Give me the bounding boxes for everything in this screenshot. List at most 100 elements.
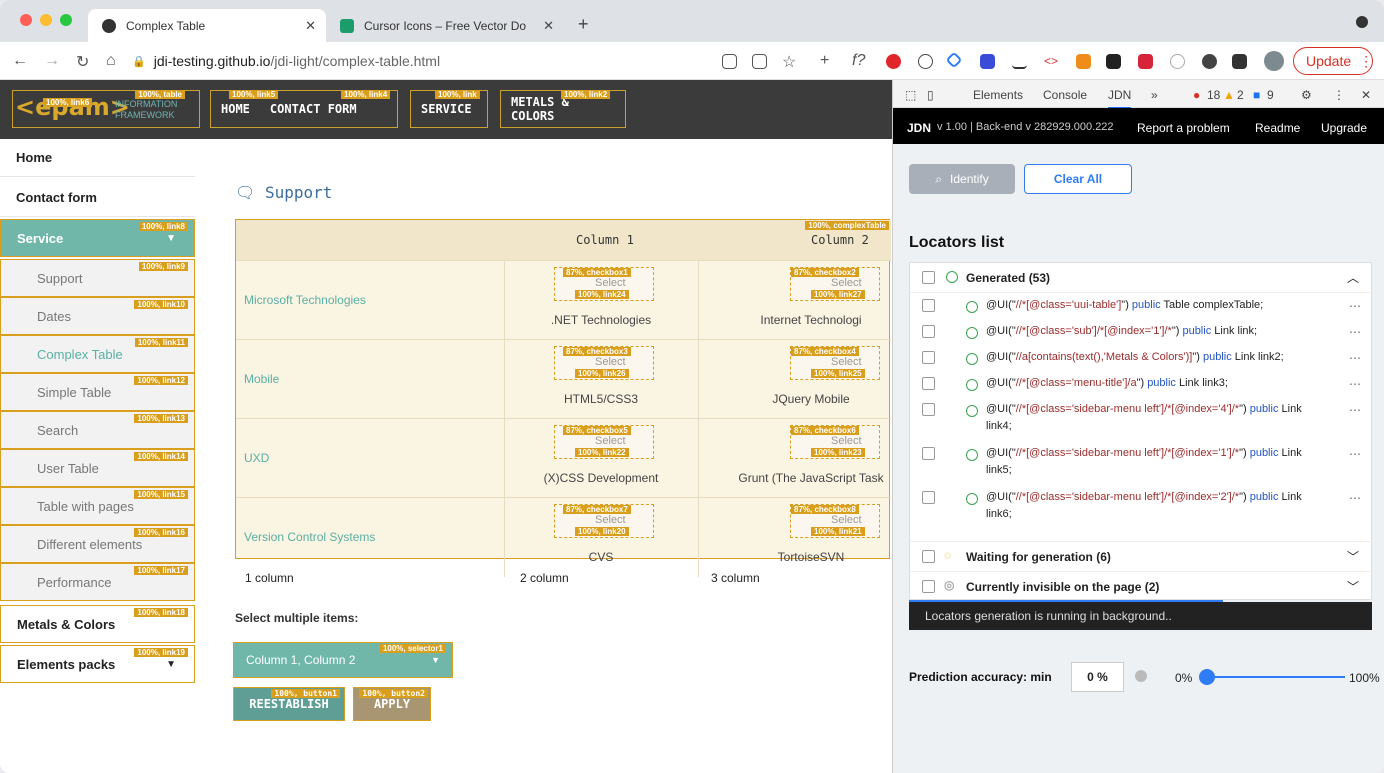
inspect-icon[interactable]: ⬚ <box>905 88 916 102</box>
more-options-icon[interactable]: ⋯ <box>1349 351 1361 365</box>
locator-checkbox[interactable] <box>922 447 935 460</box>
select-checkbox[interactable]: 87%, checkbox4 Select 100%, link25 <box>790 346 880 380</box>
more-options-icon[interactable]: ⋯ <box>1349 325 1361 339</box>
locator-row[interactable]: @UI("//*[@class='sidebar-menu left']/*[@… <box>910 397 1373 437</box>
identify-button[interactable]: ⌕ Identify <box>909 164 1015 194</box>
row-name[interactable]: Mobile <box>244 372 279 386</box>
more-options-icon[interactable]: ⋯ <box>1349 447 1361 461</box>
layers-ext-icon[interactable] <box>945 51 963 69</box>
sidebar-item-service[interactable]: Service ▼ 100%, link8 <box>0 219 195 257</box>
sidebar-item-contact-form[interactable]: Contact form <box>0 179 195 217</box>
reload-icon[interactable]: ↻ <box>76 52 89 72</box>
crosshair-ext-icon[interactable]: + <box>820 52 829 70</box>
sidebar-item-support[interactable]: Support 100%, link9 <box>0 259 195 297</box>
sidebar-item-elements-packs[interactable]: Elements packs ▼ 100%, link19 <box>0 645 195 683</box>
locator-checkbox[interactable] <box>922 299 935 312</box>
group-waiting[interactable]: ◌ Waiting for generation (6) ﹀ <box>910 541 1373 571</box>
report-problem-link[interactable]: Report a problem <box>1137 121 1230 135</box>
square-ext-icon[interactable] <box>980 54 995 69</box>
tab-complex-table[interactable]: Complex Table ✕ <box>88 9 326 42</box>
group-invisible[interactable]: ◎ Currently invisible on the page (2) ﹀ <box>910 571 1373 601</box>
puzzle-icon[interactable] <box>1232 54 1247 69</box>
select-checkbox[interactable]: 87%, checkbox2 Select 100%, link27 <box>790 267 880 301</box>
sidebar-item-user-table[interactable]: User Table 100%, link14 <box>0 449 195 487</box>
readme-link[interactable]: Readme <box>1255 121 1300 135</box>
kebab-menu-icon[interactable]: ⋮ <box>1333 88 1345 102</box>
sidebar-item-table-with-pages[interactable]: Table with pages 100%, link15 <box>0 487 195 525</box>
locator-row[interactable]: @UI("//*[@class='sidebar-menu left']/*[@… <box>910 441 1373 481</box>
locator-checkbox[interactable] <box>922 377 935 390</box>
profile-dropdown-icon[interactable] <box>1356 16 1368 28</box>
nav-metals-colors[interactable]: METALS & COLORS 100%, link2 <box>500 90 626 128</box>
sidebar-item-search[interactable]: Search 100%, link13 <box>0 411 195 449</box>
adblock-icon[interactable] <box>886 54 901 69</box>
select-checkbox[interactable]: 87%, checkbox5 Select 100%, link22 <box>554 425 654 459</box>
eye-ext-icon[interactable] <box>1170 54 1185 69</box>
sidebar-item-dates[interactable]: Dates 100%, link10 <box>0 297 195 335</box>
select-checkbox[interactable]: 87%, checkbox3 Select 100%, link26 <box>554 346 654 380</box>
more-options-icon[interactable]: ⋯ <box>1349 377 1361 391</box>
accuracy-slider-track[interactable] <box>1209 676 1345 678</box>
sidebar-item-different-elements[interactable]: Different elements 100%, link16 <box>0 525 195 563</box>
row-name[interactable]: UXD <box>244 451 269 465</box>
close-tab-icon[interactable]: ✕ <box>543 18 554 34</box>
reestablish-button[interactable]: REESTABLISH 100%, button1 <box>233 687 345 721</box>
minimize-window-button[interactable] <box>40 14 52 26</box>
select-checkbox[interactable]: 87%, checkbox7 Select 100%, link20 <box>554 504 654 538</box>
group-checkbox[interactable] <box>922 271 935 284</box>
fx-ext-icon[interactable]: f? <box>852 52 865 70</box>
group-checkbox[interactable] <box>922 580 935 593</box>
sidebar-item-performance[interactable]: Performance 100%, link17 <box>0 563 195 601</box>
lt-ext-icon[interactable] <box>1012 54 1027 69</box>
sidebar-item-metals-colors[interactable]: Metals & Colors 100%, link18 <box>0 605 195 643</box>
group-generated[interactable]: Generated (53) ︿ <box>910 263 1373 293</box>
home-icon[interactable]: ⌂ <box>106 52 116 70</box>
chart-ext-icon[interactable] <box>1076 54 1091 69</box>
gear-icon[interactable]: ⚙ <box>1301 88 1312 102</box>
url-field[interactable]: 🔒 jdi-testing.github.io /jdi-light/compl… <box>132 46 812 76</box>
select-checkbox[interactable]: 87%, checkbox6 Select 100%, link23 <box>790 425 880 459</box>
more-options-icon[interactable]: ⋯ <box>1349 403 1361 417</box>
more-tabs-icon[interactable]: » <box>1151 88 1158 102</box>
ghost-ext-icon[interactable] <box>918 54 933 69</box>
back-icon[interactable]: ← <box>12 52 28 70</box>
upgrade-link[interactable]: Upgrade <box>1321 121 1367 135</box>
tab-jdn[interactable]: JDN <box>1108 88 1132 109</box>
site-logo[interactable]: <epam> INFORMATION FRAMEWORK 100%, table… <box>12 90 200 128</box>
row-name[interactable]: Microsoft Technologies <box>244 293 366 307</box>
dark-ext-icon[interactable] <box>1106 54 1121 69</box>
forward-icon[interactable]: → <box>44 52 60 70</box>
tab-cursor-icons[interactable]: Cursor Icons – Free Vector Do ✕ <box>326 9 564 42</box>
columns-selector[interactable]: Column 1, Column 2 ▼ 100%, selector1 <box>233 642 453 678</box>
clear-all-button[interactable]: Clear All <box>1024 164 1132 194</box>
sidebar-item-complex-table[interactable]: Complex Table 100%, link11 <box>0 335 195 373</box>
row-name[interactable]: Version Control Systems <box>244 530 375 544</box>
apply-button[interactable]: APPLY 100%, button2 <box>353 687 431 721</box>
cast-icon[interactable] <box>722 54 737 69</box>
code-ext-icon[interactable]: <> <box>1044 54 1059 69</box>
maximize-window-button[interactable] <box>60 14 72 26</box>
tab-console[interactable]: Console <box>1043 88 1087 102</box>
bookmark-star-icon[interactable]: ☆ <box>782 52 796 72</box>
more-options-icon[interactable]: ⋯ <box>1349 299 1361 313</box>
device-icon[interactable]: ▯ <box>927 88 934 102</box>
prediction-input[interactable]: 0 % <box>1071 662 1124 692</box>
sidebar-item-home[interactable]: Home <box>0 139 195 177</box>
tab-elements[interactable]: Elements <box>973 88 1023 102</box>
select-checkbox[interactable]: 87%, checkbox8 Select 100%, link21 <box>790 504 880 538</box>
nav-home[interactable]: HOME <box>221 102 250 116</box>
update-button[interactable]: Update ⋮ <box>1293 47 1373 75</box>
accuracy-slider-handle[interactable] <box>1199 669 1215 685</box>
close-tab-icon[interactable]: ✕ <box>305 18 316 34</box>
close-window-button[interactable] <box>20 14 32 26</box>
close-devtools-icon[interactable]: ✕ <box>1361 88 1371 102</box>
locator-checkbox[interactable] <box>922 403 935 416</box>
new-tab-icon[interactable]: + <box>578 14 589 35</box>
wordpress-icon[interactable] <box>1202 54 1217 69</box>
nav-service[interactable]: SERVICE 100%, link <box>410 90 488 128</box>
more-options-icon[interactable]: ⋯ <box>1349 491 1361 505</box>
locator-checkbox[interactable] <box>922 491 935 504</box>
sidebar-item-simple-table[interactable]: Simple Table 100%, link12 <box>0 373 195 411</box>
locator-checkbox[interactable] <box>922 351 935 364</box>
qr-icon[interactable] <box>752 54 767 69</box>
